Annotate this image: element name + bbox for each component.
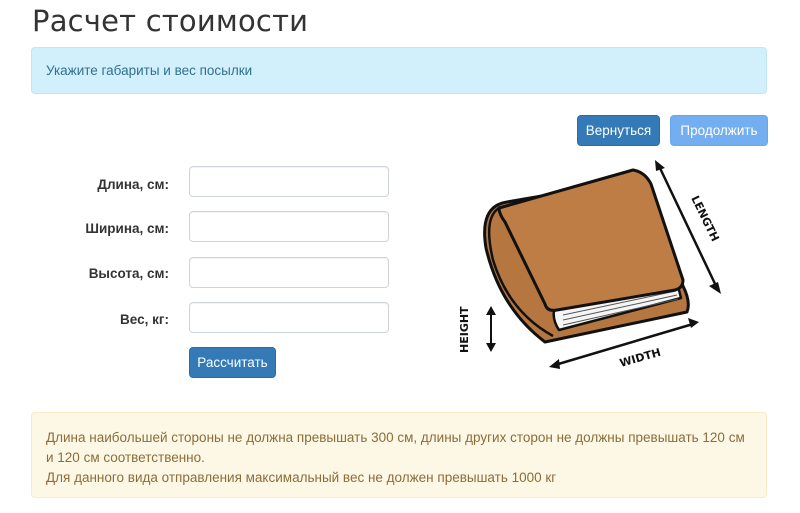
book-icon bbox=[483, 168, 690, 344]
continue-button[interactable]: Продолжить bbox=[670, 115, 768, 146]
weight-input[interactable] bbox=[189, 302, 389, 333]
height-arrow bbox=[486, 306, 496, 352]
height-label: Высота, см: bbox=[88, 266, 169, 281]
calculate-button[interactable]: Рассчитать bbox=[189, 347, 276, 378]
info-alert-text: Укажите габариты и вес посылки bbox=[46, 63, 253, 78]
length-input[interactable] bbox=[189, 166, 389, 197]
parcel-dimensions-illustration: LENGTH WIDTH HEIGHT bbox=[458, 160, 722, 370]
page-title: Расчет стоимости bbox=[32, 4, 309, 38]
restrictions-alert: Длина наибольшей стороны не должна превы… bbox=[31, 412, 767, 498]
length-label: Длина, см: bbox=[97, 177, 169, 192]
weight-label: Вес, кг: bbox=[120, 312, 169, 327]
weight-restriction-text: Для данного вида отправления максимальны… bbox=[46, 470, 557, 485]
width-dimension-label: WIDTH bbox=[618, 346, 662, 370]
back-button[interactable]: Вернуться bbox=[577, 115, 660, 146]
size-restriction-text: Длина наибольшей стороны не должна превы… bbox=[46, 430, 745, 465]
width-label: Ширина, см: bbox=[85, 221, 169, 236]
width-input[interactable] bbox=[189, 211, 389, 242]
height-input[interactable] bbox=[189, 257, 389, 288]
info-alert: Укажите габариты и вес посылки bbox=[31, 47, 767, 94]
height-dimension-label: HEIGHT bbox=[458, 306, 471, 353]
